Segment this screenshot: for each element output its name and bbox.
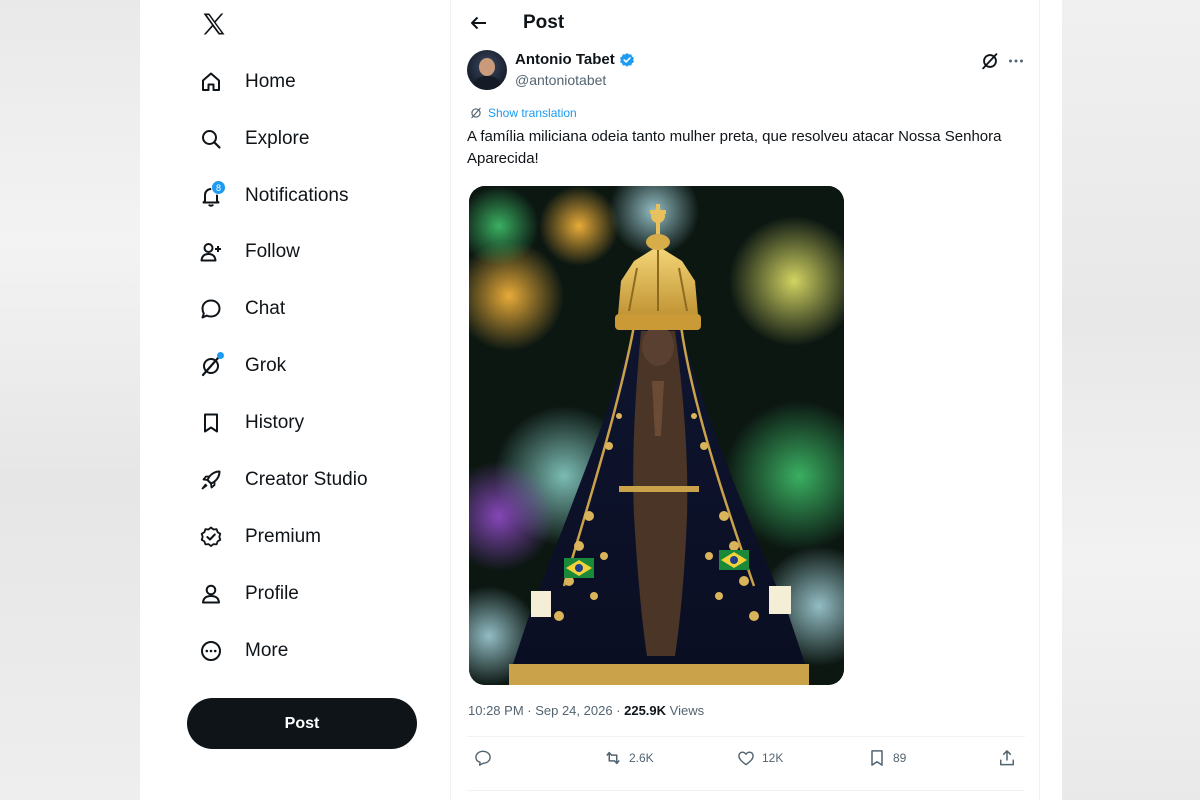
sidebar-item-notifications[interactable]: 8 Notifications [196,176,349,216]
grok-new-dot [217,352,224,359]
sidebar-item-history[interactable]: History [196,403,304,443]
show-translation-link[interactable]: Show translation [469,106,577,120]
tweet-meta: 10:28 PM · Sep 24, 2026 · 225.9K Views [468,703,704,718]
repost-icon [606,751,620,765]
search-icon [196,124,226,154]
more-circle-icon [196,636,226,666]
x-logo-icon[interactable] [200,10,228,38]
sidebar-item-follow[interactable]: Follow [196,232,300,272]
author-name[interactable]: Antonio Tabet [515,51,635,68]
verified-badge-icon [619,52,635,68]
bookmark-icon [871,750,883,766]
sidebar-item-label: Premium [245,526,322,547]
heart-icon [738,751,754,766]
tweet-text: A família miliciana odeia tanto mulher p… [467,128,1002,167]
divider [467,790,1025,791]
sidebar-item-chat[interactable]: Chat [196,289,285,329]
repost-button[interactable]: 2.6K [603,748,654,768]
main-column: Post Antonio Tabet @antoniotabet Show tr… [450,0,1040,800]
home-icon [196,67,226,97]
tweet-image[interactable] [469,186,844,685]
background-right [1062,0,1200,800]
author-handle[interactable]: @antoniotabet [515,72,606,88]
sidebar-item-profile[interactable]: Profile [196,574,299,614]
rocket-icon [196,465,226,495]
bell-icon: 8 [196,180,226,211]
sidebar-item-label: Grok [245,355,287,376]
reply-button[interactable] [473,748,499,768]
more-options-icon[interactable] [1005,50,1027,72]
meta-separator: · [612,703,625,718]
post-button[interactable]: Post [187,698,417,749]
person-icon [196,579,226,609]
grok-icon [196,351,226,381]
sidebar-item-home[interactable]: Home [196,62,296,102]
sidebar-item-grok[interactable]: Grok [196,346,286,386]
translate-icon [471,107,481,119]
views-label: Views [666,703,705,718]
sidebar-item-explore[interactable]: Explore [196,119,309,159]
bookmark-icon [196,408,226,438]
sidebar: Home Explore 8 Notifications Follow Chat… [140,0,450,800]
divider [467,736,1025,737]
sidebar-item-label: Chat [245,298,286,319]
sidebar-item-label: Notifications [245,185,349,206]
page-header: Post [451,0,1041,46]
share-icon [1000,750,1014,766]
sidebar-item-label: Home [245,71,296,92]
avatar[interactable] [467,50,507,90]
chat-bubble-icon [196,294,226,324]
views-count: 225.9K [624,703,667,718]
sidebar-item-more[interactable]: More [196,631,288,671]
back-arrow-icon[interactable] [467,11,491,35]
like-count: 12K [762,751,784,765]
sidebar-item-premium[interactable]: Premium [196,517,321,557]
sidebar-item-label: History [245,412,305,433]
verified-badge-icon [196,522,226,552]
background-left [0,0,140,800]
bookmark-button[interactable]: 89 [867,748,906,768]
page-title: Post [523,12,565,33]
show-translation-label[interactable]: Show translation [488,106,577,120]
app-window: Home Explore 8 Notifications Follow Chat… [140,0,1062,800]
sidebar-item-label: Profile [245,583,299,604]
share-button[interactable] [997,748,1023,768]
bookmark-count: 89 [893,751,907,765]
reply-icon [475,750,491,766]
grok-icon[interactable] [979,50,1001,72]
sidebar-item-label: Follow [245,241,300,262]
author-name-text[interactable]: Antonio Tabet [515,51,615,68]
add-person-icon [196,237,226,267]
like-button[interactable]: 12K [736,748,783,768]
notifications-badge: 8 [211,180,226,195]
tweet-timestamp[interactable]: 10:28 PM · Sep 24, 2026 [468,703,613,718]
sidebar-item-label: Explore [245,128,310,149]
repost-count: 2.6K [629,751,654,765]
sidebar-item-creator-studio[interactable]: Creator Studio [196,460,368,500]
sidebar-item-label: Creator Studio [245,469,368,490]
sidebar-item-label: More [245,640,289,661]
